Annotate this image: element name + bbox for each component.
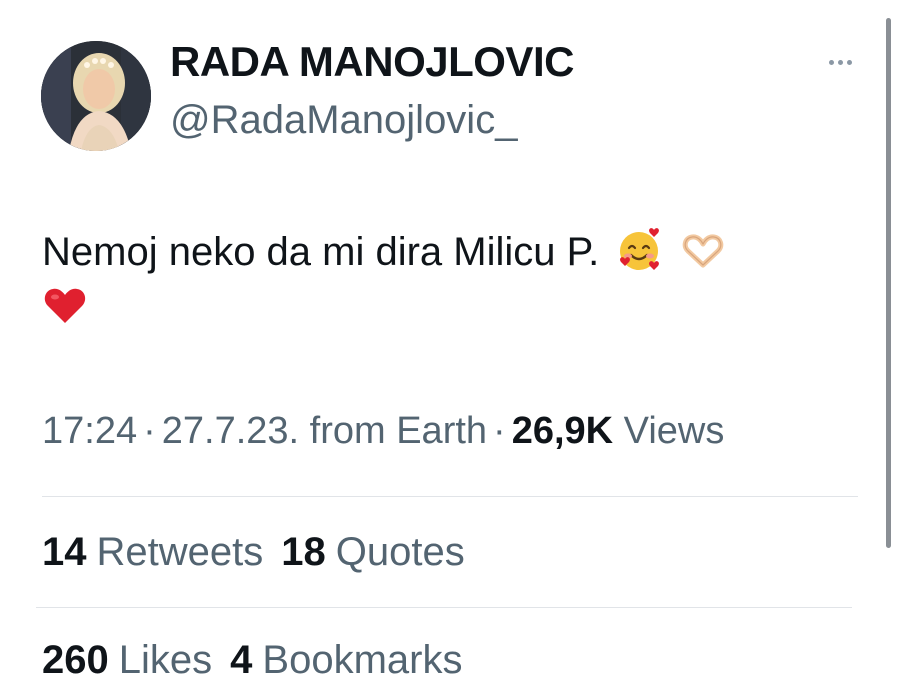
quotes-label: Quotes — [335, 530, 465, 574]
tweet-date[interactable]: 27.7.23. — [162, 410, 299, 452]
views-label: Views — [623, 410, 725, 452]
tweet-text: Nemoj neko da mi dira Milicu P. — [42, 224, 842, 336]
tweet-text-content: Nemoj neko da mi dira Milicu P. — [42, 230, 600, 274]
tweet-source: from Earth — [309, 410, 488, 452]
likes-label: Likes — [118, 638, 213, 682]
quotes-stat[interactable]: 18 Quotes — [281, 530, 464, 575]
author-handle[interactable]: @RadaManojlovic_ — [170, 98, 517, 143]
more-horizontal-icon-dot — [837, 59, 843, 65]
bookmarks-stat[interactable]: 4 Bookmarks — [230, 638, 462, 683]
meta-separator-2: · — [493, 410, 506, 452]
author-display-name[interactable]: RADA MANOJLOVIC — [170, 38, 574, 86]
divider — [42, 496, 858, 497]
tweet-text-line-1: Nemoj neko da mi dira Milicu P. — [42, 224, 842, 280]
meta-separator: · — [143, 410, 156, 452]
smiling-face-with-hearts-icon — [616, 227, 662, 273]
heart-hands-icon — [680, 227, 726, 273]
scrollbar[interactable] — [886, 18, 891, 548]
stats-row-shares: 14 Retweets 18 Quotes — [42, 530, 483, 575]
views-count: 26,9K — [511, 410, 614, 452]
tweet-text-line-2 — [42, 280, 842, 336]
tweet-time[interactable]: 17:24 — [42, 410, 137, 452]
retweets-stat[interactable]: 14 Retweets — [42, 530, 263, 575]
stats-row-engagement: 260 Likes 4 Bookmarks — [42, 638, 480, 683]
bookmarks-label: Bookmarks — [262, 638, 463, 682]
tweet-meta: 17:24 · 27.7.23. from Earth · 26,9K Views — [42, 410, 724, 453]
profile-photo — [41, 41, 151, 151]
tweet-page: RADA MANOJLOVIC @RadaManojlovic_ Nemoj n… — [0, 0, 900, 699]
more-horizontal-icon — [828, 59, 834, 65]
quotes-count: 18 — [281, 530, 326, 574]
more-options-button[interactable] — [820, 50, 860, 74]
bookmarks-count: 4 — [230, 638, 253, 682]
more-horizontal-icon-dot — [846, 59, 852, 65]
divider — [36, 607, 852, 608]
likes-count: 260 — [42, 638, 109, 682]
avatar[interactable] — [41, 41, 151, 151]
red-heart-icon — [42, 283, 88, 329]
likes-stat[interactable]: 260 Likes — [42, 638, 212, 683]
retweets-label: Retweets — [96, 530, 264, 574]
retweets-count: 14 — [42, 530, 87, 574]
